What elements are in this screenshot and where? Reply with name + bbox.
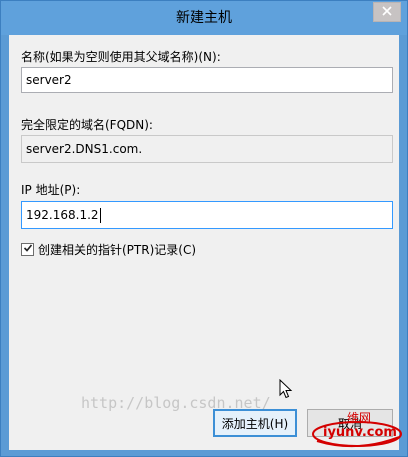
ptr-checkbox-row[interactable]: 创建相关的指针(PTR)记录(C): [21, 241, 196, 257]
ptr-checkbox[interactable]: [21, 242, 34, 256]
fqdn-field: server2.DNS1.com.: [21, 135, 393, 163]
checkmark-icon: [23, 242, 33, 256]
watermark-text: http://blog.csdn.net/: [81, 394, 271, 412]
host-name-label: 名称(如果为空则使用其父域名称)(N):: [21, 50, 221, 64]
window-title: 新建主机: [176, 10, 232, 26]
fqdn-label: 完全限定的域名(FQDN):: [21, 118, 153, 132]
text-caret: [99, 207, 101, 223]
title-bar[interactable]: 新建主机: [1, 1, 407, 35]
host-name-input[interactable]: server2: [21, 67, 393, 93]
logo-text: iyunv.com: [323, 425, 397, 440]
ip-address-input[interactable]: 192.168.1.2: [21, 201, 393, 229]
ptr-checkbox-label: 创建相关的指针(PTR)记录(C): [38, 242, 197, 257]
dialog-window: 新建主机 名称(如果为空则使用其父域名称)(N): server2 完全限定的域…: [0, 0, 408, 457]
ip-address-label: IP 地址(P):: [21, 183, 81, 197]
close-button[interactable]: [373, 2, 401, 22]
logo-secondary-text: 维网: [347, 411, 372, 425]
add-host-button[interactable]: 添加主机(H): [213, 409, 297, 437]
mouse-pointer-icon: [279, 379, 293, 399]
dialog-body: 名称(如果为空则使用其父域名称)(N): server2 完全限定的域名(FQD…: [9, 35, 399, 450]
close-icon: [382, 5, 392, 19]
ip-address-value: 192.168.1.2: [26, 208, 99, 222]
